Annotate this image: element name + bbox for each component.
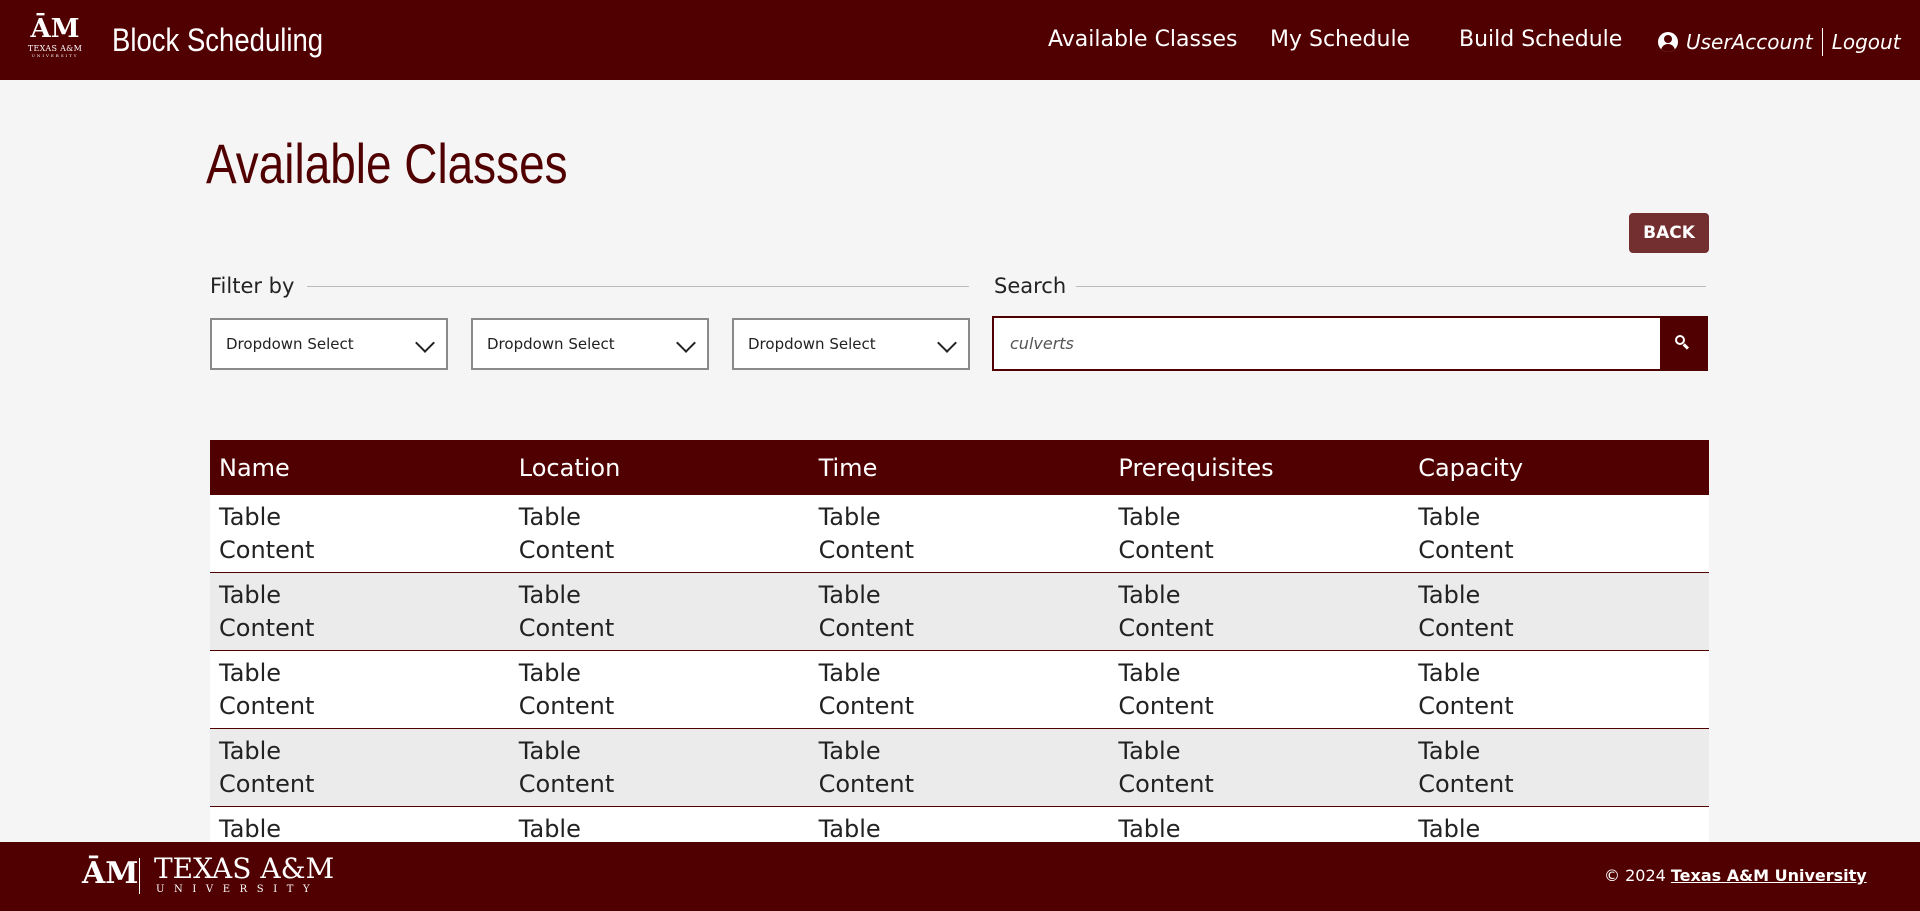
nav-available-classes[interactable]: Available Classes <box>1048 24 1237 56</box>
footer-wordmark: TEXAS A&M <box>154 852 335 885</box>
table-cell: Table Content <box>809 728 1110 807</box>
table-cell: Table Content <box>509 728 810 807</box>
column-header-prerequisites[interactable]: Prerequisites <box>1109 440 1410 495</box>
filter-dropdown-1[interactable]: Dropdown Select <box>210 318 448 370</box>
dropdown-value: Dropdown Select <box>748 335 876 353</box>
nav-divider <box>1821 28 1823 56</box>
nav-build-schedule[interactable]: Build Schedule <box>1459 24 1622 56</box>
user-account-link[interactable]: UserAccount <box>1686 30 1813 54</box>
table-cell: Table Content <box>1409 650 1709 729</box>
search-bar <box>992 316 1708 371</box>
column-header-location[interactable]: Location <box>509 440 810 495</box>
university-link[interactable]: Texas A&M University <box>1671 866 1867 885</box>
search-icon-handle <box>1682 343 1690 350</box>
table-cell: Table Content <box>1109 495 1410 573</box>
copyright-text: © 2024 <box>1604 866 1671 885</box>
table-row[interactable]: Table Content Table Content Table Conten… <box>210 495 1709 573</box>
table-cell: Table Content <box>1409 728 1709 807</box>
nav-my-schedule[interactable]: My Schedule <box>1270 24 1410 56</box>
search-input[interactable] <box>994 318 1658 369</box>
footer-university: UNIVERSITY <box>156 884 320 895</box>
filter-divider <box>307 286 969 287</box>
table-cell: Table Content <box>210 572 510 651</box>
table-row[interactable]: Table Content Table Content Table Conten… <box>210 650 1709 729</box>
table-cell: Table Content <box>809 572 1110 651</box>
chevron-down-icon <box>937 333 957 353</box>
table-row[interactable]: Table Content Table Content Table Conten… <box>210 572 1709 651</box>
table-cell: Table Content <box>1409 572 1709 651</box>
user-menu: UserAccount Logout <box>1658 26 1901 58</box>
table-cell: Table Content <box>210 650 510 729</box>
logo-wordmark: TEXAS A&M <box>27 44 83 53</box>
search-divider <box>1076 286 1706 287</box>
footer-atm-logo-icon[interactable]: ĀM <box>82 856 138 892</box>
tamu-logo[interactable]: ĀM TEXAS A&M UNIVERSITY <box>24 14 86 66</box>
table-cell: Table Content <box>509 650 810 729</box>
chevron-down-icon <box>676 333 696 353</box>
app-title[interactable]: Block Scheduling <box>112 18 323 62</box>
column-header-name[interactable]: Name <box>210 440 510 495</box>
top-navbar: ĀM TEXAS A&M UNIVERSITY Block Scheduling… <box>0 0 1920 80</box>
table-cell: Table Content <box>809 650 1110 729</box>
dropdown-value: Dropdown Select <box>487 335 615 353</box>
dropdown-value: Dropdown Select <box>226 335 354 353</box>
table-cell: Table Content <box>809 495 1110 573</box>
atm-logo-icon: ĀM <box>30 14 80 44</box>
footer: ĀM TEXAS A&M UNIVERSITY © 2024 Texas A&M… <box>0 842 1920 911</box>
filter-dropdown-3[interactable]: Dropdown Select <box>732 318 970 370</box>
table-header-row: Name Location Time Prerequisites Capacit… <box>210 440 1709 495</box>
classes-table: Name Location Time Prerequisites Capacit… <box>210 440 1709 852</box>
footer-logo-divider <box>139 858 140 894</box>
page-title: Available Classes <box>206 132 568 195</box>
table-cell: Table Content <box>509 572 810 651</box>
search-button[interactable] <box>1660 318 1706 369</box>
user-account-icon <box>1658 32 1678 52</box>
table-row[interactable]: Table Content Table Content Table Conten… <box>210 728 1709 807</box>
table-cell: Table Content <box>1109 572 1410 651</box>
column-header-time[interactable]: Time <box>809 440 1110 495</box>
table-cell: Table Content <box>1109 650 1410 729</box>
logo-university: UNIVERSITY <box>31 53 79 58</box>
search-label: Search <box>994 274 1067 298</box>
table-cell: Table Content <box>1409 495 1709 573</box>
filter-dropdown-2[interactable]: Dropdown Select <box>471 318 709 370</box>
table-cell: Table Content <box>210 728 510 807</box>
table-cell: Table Content <box>1109 728 1410 807</box>
table-cell: Table Content <box>210 495 510 573</box>
column-header-capacity[interactable]: Capacity <box>1409 440 1709 495</box>
filter-label: Filter by <box>210 274 295 298</box>
back-button[interactable]: BACK <box>1629 213 1709 253</box>
logout-link[interactable]: Logout <box>1832 30 1901 54</box>
copyright: © 2024 Texas A&M University <box>1604 865 1867 887</box>
chevron-down-icon <box>415 333 435 353</box>
table-cell: Table Content <box>509 495 810 573</box>
